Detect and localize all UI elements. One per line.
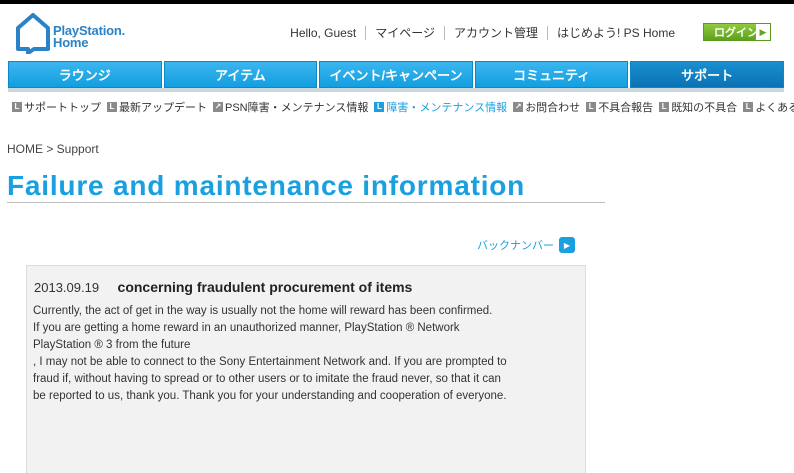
subnav-label: 既知の不具合 [671, 102, 738, 114]
subnav-label: PSN障害・メンテナンス情報 [225, 102, 369, 114]
tab-events-campaigns[interactable]: イベント/キャンペーン [319, 61, 473, 88]
article-title: concerning fraudulent procurement of ite… [117, 279, 413, 295]
title-divider [7, 202, 605, 203]
logo-wordmark: PlayStation. Home [53, 24, 125, 50]
greeting-text: Hello, Guest [290, 26, 357, 40]
link-icon: L [743, 102, 754, 112]
article-line: be reported to us, thank you. Thank you … [33, 390, 507, 402]
article-header: 2013.09.19 concerning fraudulent procure… [34, 279, 412, 297]
link-icon: L [12, 102, 22, 112]
subnav-label: サポートトップ [24, 102, 101, 114]
subnav-label: 最新アップデート [119, 102, 207, 114]
back-number-link[interactable]: バックナンバー ▶ [477, 237, 575, 253]
account-management-link[interactable]: アカウント管理 [443, 26, 547, 40]
article-line: , I may not be able to connect to the So… [33, 356, 507, 368]
article-line: If you are getting a home reward in an u… [33, 322, 460, 334]
subnav-label: 不具合報告 [598, 102, 654, 114]
subnav-item-faq[interactable]: Lよくある質問 [743, 99, 794, 115]
external-link-icon: ↗ [513, 102, 524, 112]
link-icon: L [107, 102, 117, 112]
link-icon: L [374, 102, 385, 112]
house-logo-icon [16, 13, 50, 54]
subnav-item-contact[interactable]: ↗ お問合わせ [513, 99, 580, 115]
subnav-label: よくある質問 [755, 102, 794, 114]
external-link-icon: ↗ [213, 102, 223, 112]
subnav-label: お問合わせ [525, 102, 581, 114]
top-black-bar [0, 0, 794, 4]
tab-community[interactable]: コミュニティ [474, 61, 629, 88]
sub-nav: L サポートトップ L 最新アップデート ↗ PSN障害・メンテナンス情報 L 障害・メ… [12, 100, 794, 114]
tab-items[interactable]: アイテム [163, 61, 318, 88]
subnav-item-support-top[interactable]: L サポートトップ [12, 99, 101, 115]
logo-line2: Home [53, 35, 89, 50]
link-icon: L [659, 102, 670, 112]
nav-underline [8, 88, 784, 92]
article-line: fraud if, without having to spread or to… [33, 373, 501, 385]
article-body: Currently, the act of get in the way is … [33, 303, 583, 405]
tab-lounge[interactable]: ラウンジ [8, 61, 162, 88]
breadcrumb[interactable]: HOME > Support [7, 142, 99, 156]
subnav-item-known-issues[interactable]: L 既知の不具合 [659, 99, 737, 115]
subnav-item-psn-maintenance[interactable]: ↗ PSN障害・メンテナンス情報 [213, 99, 368, 115]
subnav-label: 障害・メンテナンス情報 [386, 102, 508, 114]
subnav-item-latest-update[interactable]: L 最新アップデート [107, 99, 207, 115]
article-box: 2013.09.19 concerning fraudulent procure… [26, 265, 586, 473]
header-links: Hello, Guest マイページ アカウント管理 はじめよう! PS Hom… [281, 25, 684, 41]
play-arrow-icon: ▶ [756, 24, 770, 40]
login-button[interactable]: ログイン ▶ [703, 23, 771, 41]
main-nav: ラウンジ アイテム イベント/キャンペーン コミュニティ サポート [8, 61, 784, 88]
play-arrow-icon: ▶ [559, 237, 575, 253]
playstation-home-logo[interactable]: PlayStation. Home [14, 12, 134, 54]
article-line: Currently, the act of get in the way is … [33, 305, 493, 317]
getting-started-link[interactable]: はじめよう! PS Home [546, 26, 684, 40]
subnav-item-maintenance[interactable]: L 障害・メンテナンス情報 [374, 99, 507, 115]
article-date: 2013.09.19 [34, 280, 100, 295]
article-line: PlayStation ® 3 from the future [33, 339, 191, 351]
link-icon: L [586, 102, 597, 112]
mypage-link[interactable]: マイページ [365, 26, 444, 40]
subnav-item-bug-report[interactable]: L 不具合報告 [586, 99, 653, 115]
login-label: ログイン [714, 27, 758, 39]
page-title: Failure and maintenance information [7, 170, 526, 201]
back-number-label: バックナンバー [477, 240, 554, 252]
tab-support[interactable]: サポート [630, 61, 784, 88]
